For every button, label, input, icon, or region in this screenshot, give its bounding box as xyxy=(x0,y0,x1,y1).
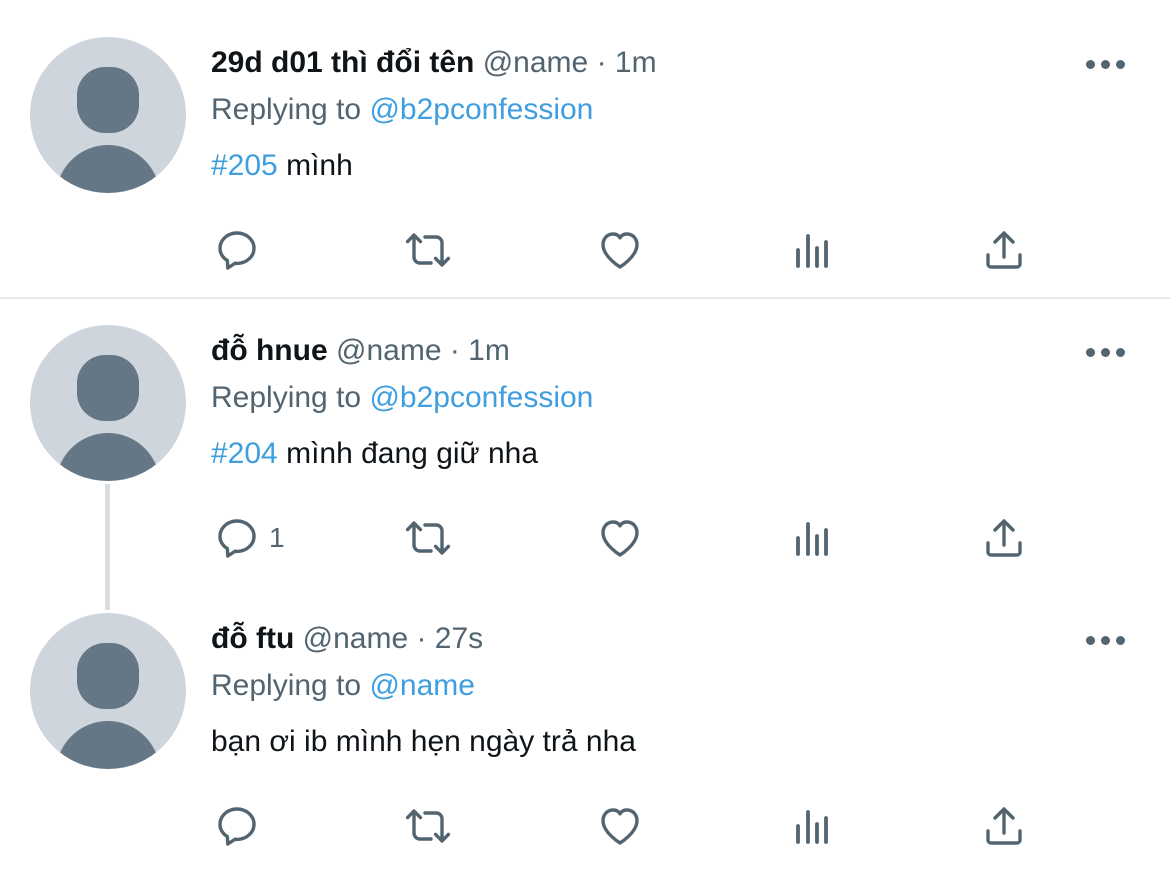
tweet-header: đỗ hnue @name · 1m xyxy=(211,333,510,369)
hashtag-link[interactable]: #204 xyxy=(211,437,278,470)
avatar-head xyxy=(77,643,139,709)
timestamp[interactable]: · 1m xyxy=(450,334,510,367)
like-button[interactable] xyxy=(596,508,644,568)
heart-icon xyxy=(601,232,639,269)
timestamp[interactable]: · 27s xyxy=(416,622,483,655)
tweet[interactable]: 29d d01 thì đổi tên @name · 1m Replying … xyxy=(0,0,1170,297)
replying-label: Replying to xyxy=(211,93,362,126)
timestamp[interactable]: · 1m xyxy=(597,46,657,79)
like-button[interactable] xyxy=(596,220,644,280)
like-button[interactable] xyxy=(596,796,644,856)
display-name[interactable]: 29d d01 thì đổi tên xyxy=(211,46,474,79)
thread-connector xyxy=(105,484,110,610)
action-bar xyxy=(0,796,1170,856)
more-icon[interactable] xyxy=(1086,346,1126,358)
reply-button[interactable] xyxy=(213,220,269,280)
retweet-button[interactable] xyxy=(404,796,452,856)
reply-icon xyxy=(218,231,256,270)
replying-label: Replying to xyxy=(211,381,362,414)
analytics-icon xyxy=(796,522,828,556)
user-handle[interactable]: @name xyxy=(336,334,442,367)
reply-icon xyxy=(218,519,256,558)
display-name[interactable]: đỗ ftu xyxy=(211,622,294,655)
share-icon xyxy=(986,519,1022,557)
avatar-body xyxy=(56,433,160,481)
action-bar: 1 xyxy=(0,508,1170,568)
retweet-icon xyxy=(405,521,451,555)
avatar[interactable] xyxy=(30,37,186,193)
retweet-icon xyxy=(405,233,451,267)
reply-button[interactable]: 1 xyxy=(213,508,285,568)
replying-label: Replying to xyxy=(211,669,362,702)
divider xyxy=(0,297,1170,299)
retweet-button[interactable] xyxy=(404,220,452,280)
replying-to: Replying to @b2pconfession xyxy=(211,380,593,416)
avatar-head xyxy=(77,355,139,421)
retweet-button[interactable] xyxy=(404,508,452,568)
tweet-text: #204 mình đang giữ nha xyxy=(211,436,538,472)
heart-icon xyxy=(601,808,639,845)
replying-to: Replying to @b2pconfession xyxy=(211,92,593,128)
more-icon[interactable] xyxy=(1086,58,1126,70)
views-button[interactable] xyxy=(788,796,836,856)
user-handle[interactable]: @name xyxy=(483,46,589,79)
reply-count: 1 xyxy=(269,522,285,553)
tweet-header: 29d d01 thì đổi tên @name · 1m xyxy=(211,45,657,81)
replying-handle-link[interactable]: @b2pconfession xyxy=(369,93,593,126)
avatar-body xyxy=(56,721,160,769)
tweet-body: mình đang giữ nha xyxy=(277,437,539,470)
analytics-icon xyxy=(796,234,828,268)
share-icon xyxy=(986,231,1022,269)
display-name[interactable]: đỗ hnue xyxy=(211,334,328,367)
share-button[interactable] xyxy=(980,508,1028,568)
replying-to: Replying to @name xyxy=(211,668,475,704)
views-button[interactable] xyxy=(788,508,836,568)
tweet-text: bạn ơi ib mình hẹn ngày trả nha xyxy=(211,724,636,760)
replying-handle-link[interactable]: @b2pconfession xyxy=(369,381,593,414)
hashtag-link[interactable]: #205 xyxy=(211,149,278,182)
user-handle[interactable]: @name xyxy=(303,622,409,655)
replying-handle-link[interactable]: @name xyxy=(369,669,475,702)
more-icon[interactable] xyxy=(1086,634,1126,646)
share-button[interactable] xyxy=(980,796,1028,856)
action-bar xyxy=(0,220,1170,280)
avatar-body xyxy=(56,145,160,193)
share-button[interactable] xyxy=(980,220,1028,280)
tweet-header: đỗ ftu @name · 27s xyxy=(211,621,483,657)
tweet-body: mình xyxy=(277,149,353,182)
reply-button[interactable] xyxy=(213,796,269,856)
avatar[interactable] xyxy=(30,613,186,769)
heart-icon xyxy=(601,520,639,557)
share-icon xyxy=(986,807,1022,845)
tweet-body: bạn ơi ib mình hẹn ngày trả nha xyxy=(211,725,636,758)
reply-icon xyxy=(218,807,256,846)
retweet-icon xyxy=(405,809,451,843)
avatar[interactable] xyxy=(30,325,186,481)
analytics-icon xyxy=(796,810,828,844)
tweet-text: #205 mình xyxy=(211,148,353,184)
views-button[interactable] xyxy=(788,220,836,280)
avatar-head xyxy=(77,67,139,133)
